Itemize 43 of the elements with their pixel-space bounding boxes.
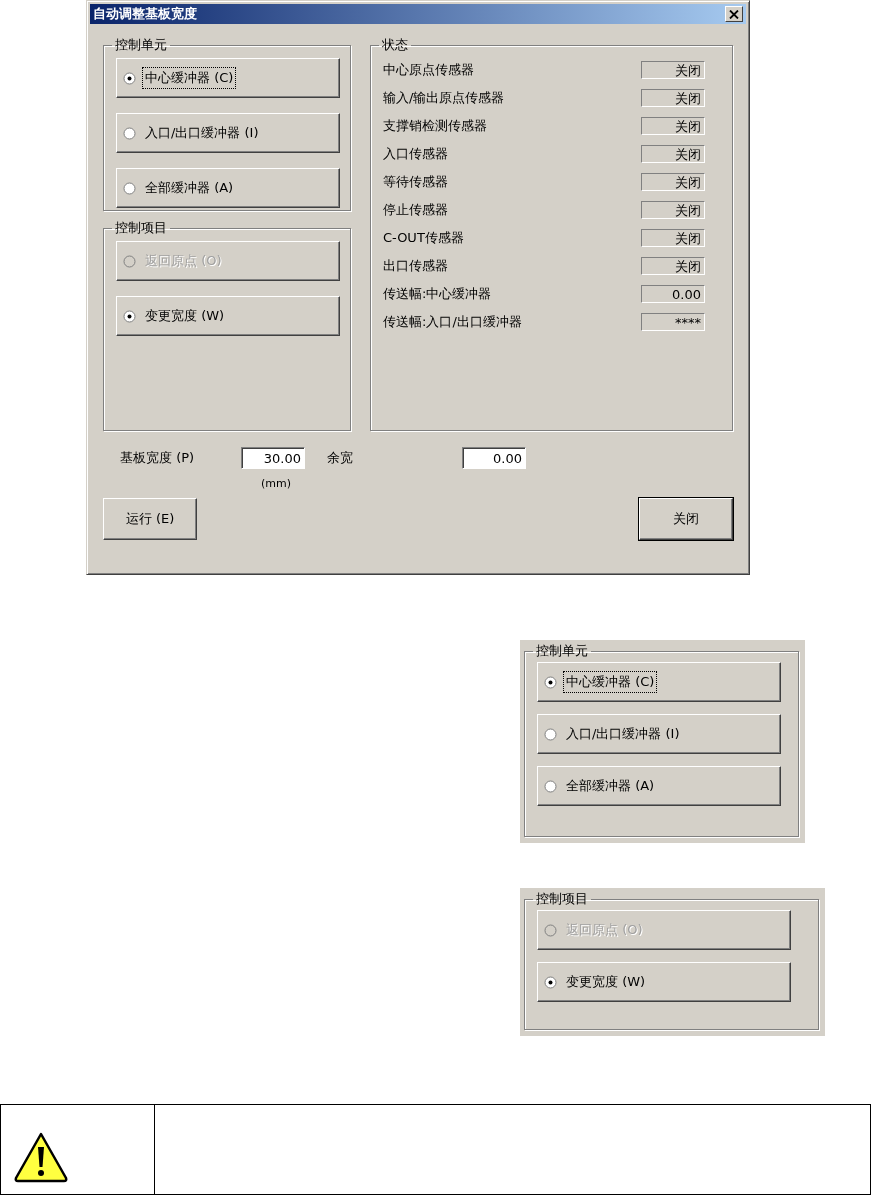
radio-option-button[interactable]: 入口/出口缓冲器 (I) [537,714,781,754]
status-value: 关闭 [641,145,705,163]
status-value: 关闭 [641,61,705,79]
window-title: 自动调整基板宽度 [93,5,197,23]
status-value: 关闭 [641,89,705,107]
status-value: 0.00 [641,285,705,303]
dialog-button[interactable]: 运行 (E) [103,498,197,540]
sensor-label: 中心原点传感器 [383,61,474,79]
radio-option-button[interactable]: 中心缓冲器 (C) [116,58,340,98]
sensor-label: 支撑销检测传感器 [383,117,487,135]
status-value: 关闭 [641,117,705,135]
radio-option-button[interactable]: 入口/出口缓冲器 (I) [116,113,340,153]
status-value: 关闭 [641,229,705,247]
group-label: 控制项目 [114,219,168,237]
radio-option-button[interactable]: 全部缓冲器 (A) [116,168,340,208]
radio-option-button[interactable]: 变更宽度 (W) [116,296,340,336]
status-value: **** [641,313,705,331]
status-value: 关闭 [641,201,705,219]
radio-option-button[interactable]: 全部缓冲器 (A) [537,766,781,806]
group-label: 控制单元 [114,36,168,54]
radio-option-button[interactable]: 变更宽度 (W) [537,962,791,1002]
input-field[interactable]: 0.00 [462,447,526,469]
warning-icon [13,1130,69,1183]
radio-option-button[interactable]: 中心缓冲器 (C) [537,662,781,702]
sensor-label: 传送幅:中心缓冲器 [383,285,492,303]
group-label: 控制单元 [535,642,589,660]
status-value: 关闭 [641,173,705,191]
sensor-label: 停止传感器 [383,201,448,219]
sensor-label: C-OUT传感器 [383,229,464,247]
close-icon[interactable] [725,6,743,22]
sensor-label: 等待传感器 [383,173,448,191]
sensor-label: 传送幅:入口/出口缓冲器 [383,313,522,331]
group-label: 状态 [381,36,409,54]
sensor-label: 出口传感器 [383,257,448,275]
group-label: 控制项目 [535,890,589,908]
field-label: 余宽 [327,449,354,467]
unit-label: (mm) [261,477,291,490]
status-value: 关闭 [641,257,705,275]
sensor-label: 入口传感器 [383,145,448,163]
input-field[interactable]: 30.00 [241,447,305,469]
sensor-label: 输入/输出原点传感器 [383,89,505,107]
dialog-button[interactable]: 关闭 [639,498,733,540]
field-label: 基板宽度 (P) [120,449,196,467]
